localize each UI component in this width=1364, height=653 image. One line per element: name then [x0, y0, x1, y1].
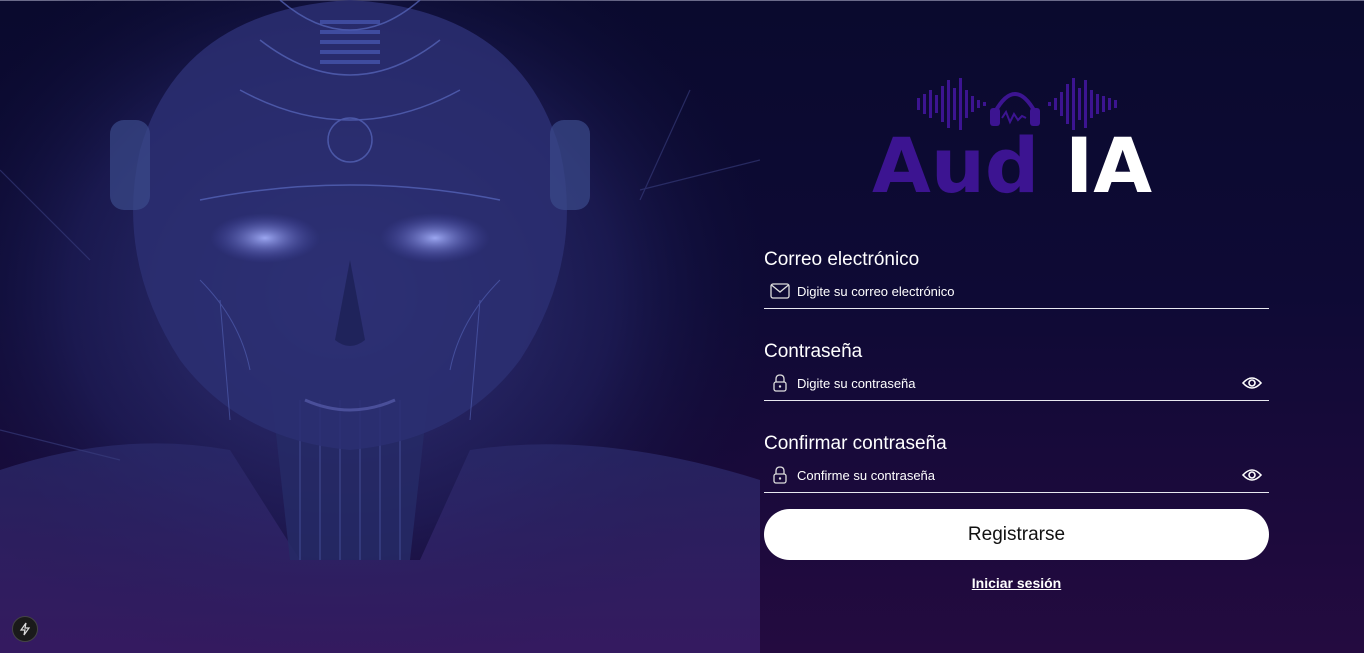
- login-link[interactable]: Iniciar sesión: [964, 575, 1069, 591]
- email-group: Correo electrónico: [764, 246, 1269, 309]
- confirm-field-wrapper: [764, 458, 1269, 493]
- mail-icon: [769, 280, 791, 302]
- logo-text-ia: IA: [1065, 121, 1152, 200]
- email-label: Correo electrónico: [764, 249, 920, 270]
- confirm-password-input[interactable]: [797, 467, 1241, 483]
- password-field-wrapper: [764, 366, 1269, 401]
- lock-icon: [769, 464, 791, 486]
- email-input[interactable]: [797, 283, 1269, 299]
- lock-icon: [769, 372, 791, 394]
- logo-text-aud: Aud: [872, 121, 1039, 200]
- email-field-wrapper: [764, 274, 1269, 309]
- register-button[interactable]: Registrarse: [764, 509, 1269, 560]
- audia-logo: Aud IA: [870, 76, 1170, 210]
- show-password-eye-icon[interactable]: [1241, 372, 1263, 394]
- lightning-icon[interactable]: [12, 616, 38, 642]
- confirm-group: Confirmar contraseña: [764, 430, 1269, 493]
- password-group: Contraseña: [764, 338, 1269, 401]
- register-form: Correo electrónico Contraseña Confirmar …: [764, 246, 1269, 522]
- password-label: Contraseña: [764, 341, 863, 362]
- password-input[interactable]: [797, 375, 1241, 391]
- show-confirm-eye-icon[interactable]: [1241, 464, 1263, 486]
- ai-face-illustration: [0, 0, 760, 653]
- confirm-label: Confirmar contraseña: [764, 433, 947, 454]
